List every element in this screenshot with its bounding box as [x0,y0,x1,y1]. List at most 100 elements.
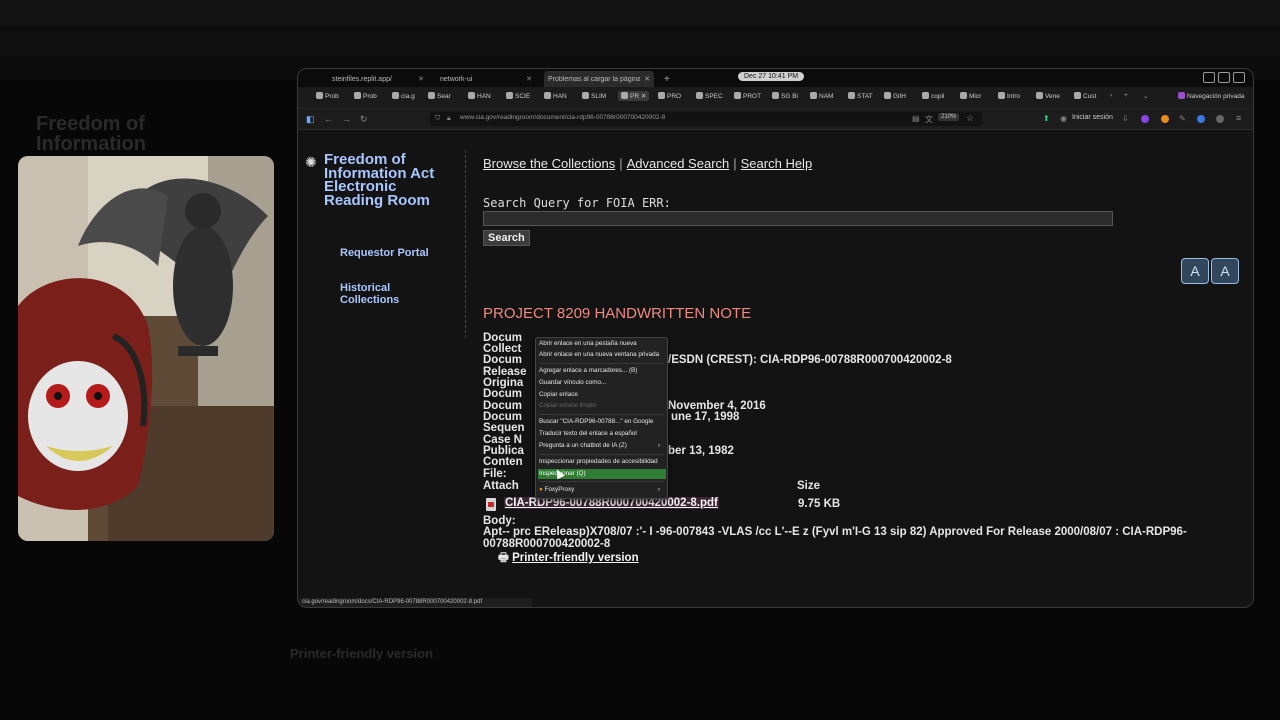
bookmark-item[interactable]: Sear [428,92,451,100]
bookmark-star-icon[interactable]: ☆ [966,113,974,124]
tab-strip: steinfiles.replit.app/ ✕ network-ui ✕ Prob… [298,69,1253,87]
sidebar-icon[interactable]: ◧ [306,114,315,125]
outer-title-bar [0,0,1280,26]
menu-item-ask-chatbot[interactable]: Pregunta a un chatbot de IA (Z) › [539,441,664,451]
menu-item-bookmark-link[interactable]: Agregar enlace a marcadores... (B) [539,366,664,376]
bookmark-item[interactable]: HAN [544,92,567,100]
close-icon[interactable]: ✕ [526,75,532,83]
text-size-increase-button[interactable]: A [1181,258,1209,284]
tab-problemas[interactable]: Problemas al cargar la página ✕ [544,71,654,87]
bookmark-item[interactable]: SPEC [696,92,723,100]
advanced-search-link[interactable]: Advanced Search [627,156,730,171]
menu-item-copy-link[interactable]: Copiar enlace [539,390,664,400]
bookmark-item[interactable]: Intro [998,92,1020,100]
tab-steinfiles[interactable]: steinfiles.replit.app/ ✕ [328,71,428,87]
menu-separator [539,363,664,364]
bookmark-item[interactable]: SG Bi [772,92,798,100]
top-nav: Browse the Collections | Advanced Search | S… [483,156,812,171]
close-icon[interactable]: ✕ [418,75,424,83]
extension-ghost-icon[interactable]: ✎ [1179,114,1186,123]
bookmark-item[interactable]: SLIM [582,92,606,100]
text-size-decrease-button[interactable]: A [1211,258,1239,284]
new-tab-plus-icon[interactable]: + [1124,92,1128,99]
bookmark-item[interactable]: NAM [810,92,833,100]
field-label: Sequen [483,422,525,434]
search-button[interactable]: Search [483,230,530,246]
close-icon[interactable]: ✕ [641,93,646,100]
chevron-down-icon[interactable]: ⌄ [1143,92,1148,100]
search-help-link[interactable]: Search Help [741,156,813,171]
url-text[interactable]: www.cia.gov/readingroom/document/cia-rdp… [460,114,665,121]
background-heading: Freedom of Information [36,113,146,155]
bookmark-item[interactable]: GitH [884,92,906,100]
extension-orange-icon[interactable] [1161,115,1169,123]
bookmark-item[interactable]: cia.g [392,92,415,100]
menu-item-open-new-tab[interactable]: Abrir enlace en una pestaña nueva [539,339,664,349]
menu-item-foxyproxy[interactable]: ● FoxyProxy › [539,485,664,495]
menu-separator [539,414,664,415]
zoom-level[interactable]: 210% [938,113,960,121]
favicon-icon [1074,92,1081,99]
close-window-button[interactable] [1233,72,1245,83]
extension-blue-icon[interactable] [1197,115,1205,123]
lock-icon[interactable]: 🔒︎ [447,115,451,123]
shield-icon[interactable]: ⛉ [435,115,440,123]
minimize-button[interactable] [1203,72,1215,83]
extension-icon[interactable]: ⬆ [1043,114,1050,123]
search-input[interactable] [483,211,1113,226]
pdf-file-icon [486,498,496,511]
bookmark-item[interactable]: PROT [734,92,761,100]
reader-view-icon[interactable]: ▤ [912,114,920,123]
attachment-header: Attach [483,480,519,492]
account-icon[interactable]: ◉ [1060,114,1067,123]
extensions-icon[interactable] [1216,115,1224,123]
browse-collections-link[interactable]: Browse the Collections [483,156,615,171]
back-icon[interactable]: ← [324,114,333,124]
bookmark-item[interactable]: copil [922,92,944,100]
forward-icon[interactable]: → [342,114,351,124]
bookmark-item[interactable]: HAN [468,92,491,100]
menu-item-inspect-accessibility[interactable]: Inspeccionar propiedades de accesibilida… [539,457,664,467]
tab-network-ui[interactable]: network-ui ✕ [436,71,536,87]
signin-button[interactable]: Iniciar sesión [1072,114,1113,121]
close-icon[interactable]: ✕ [644,75,650,83]
menu-item-label: Pregunta a un chatbot de IA (Z) [539,442,627,449]
bookmark-item[interactable]: STAT [848,92,873,100]
menu-separator [539,454,664,455]
new-tab-button[interactable]: + [660,71,674,87]
field-value: ber 13, 1982 [668,445,734,457]
extension-purple-icon[interactable] [1141,115,1149,123]
navigation-toolbar: ◧ ← → ↻ ⛉ 🔒︎ www.cia.gov/readingroom/doc… [298,109,1253,130]
favicon-icon [354,92,361,99]
menu-item-search-google[interactable]: Buscar "CIA-RDP96-00788..." en Google [539,417,664,427]
reload-icon[interactable]: ↻ [360,114,368,125]
site-title[interactable]: Freedom of Information Act Electronic Re… [324,152,454,208]
translate-icon[interactable]: 文 [925,114,933,125]
bookmark-item[interactable]: PRO [658,92,681,100]
maximize-button[interactable] [1218,72,1230,83]
save-icon[interactable]: ⇩ [1122,114,1129,123]
bookmark-label: GitH [893,93,906,100]
historical-collections-link[interactable]: Historical Collections [340,282,450,306]
bookmark-label: HAN [477,93,491,100]
document-title: PROJECT 8209 HANDWRITTEN NOTE [483,305,752,322]
requestor-portal-link[interactable]: Requestor Portal [340,247,450,259]
bookmark-item-active[interactable]: PR ✕ [618,91,650,101]
menu-icon[interactable]: ≡ [1236,113,1241,123]
bookmark-item[interactable]: Micr [960,92,981,100]
bookmark-label: PRO [667,93,682,100]
chevron-right-icon[interactable]: › [1110,92,1112,99]
webcam-image [18,156,274,541]
bookmark-item[interactable]: Prob [316,92,339,100]
menu-item-open-private-window[interactable]: Abrir enlace en una nueva ventana privad… [539,350,664,360]
bookmark-item[interactable]: SCIE [506,92,530,100]
bookmark-item[interactable]: Cust [1074,92,1096,100]
bookmark-item[interactable]: Prob [354,92,377,100]
bookmark-item[interactable]: Vene [1036,92,1060,100]
bookmark-label: PROT [743,93,762,100]
size-header: Size [797,480,821,492]
printer-friendly-link[interactable]: Printer-friendly version [512,552,639,564]
tabs-bookmarks-bar: Prob Prob cia.g Sear HAN SCIE HAN SLIM P… [298,87,1253,109]
menu-item-translate-link[interactable]: Traducir texto del enlace a español [539,429,664,439]
menu-item-save-link[interactable]: Guardar vínculo como... [539,378,664,388]
